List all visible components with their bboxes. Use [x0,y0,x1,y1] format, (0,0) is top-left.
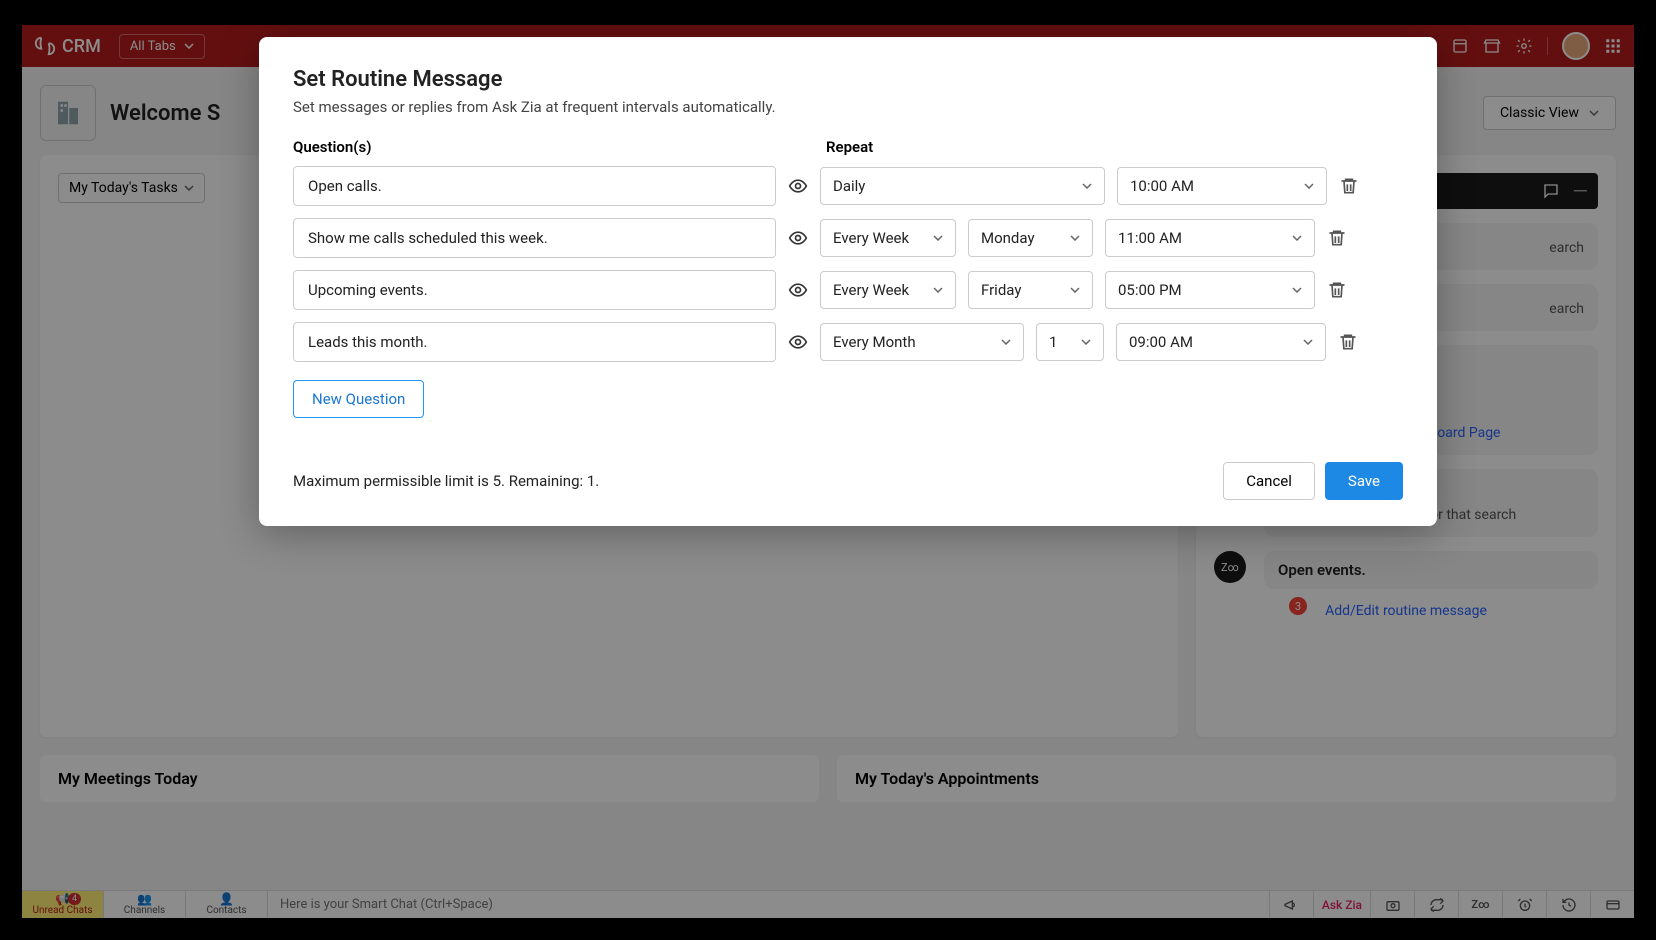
chevron-down-icon [1070,287,1080,293]
modal-title: Set Routine Message [293,67,1403,92]
delete-icon[interactable] [1327,280,1347,300]
time-select[interactable]: 09:00 AM [1116,323,1326,361]
routine-row-1: Every Week Monday 11:00 AM [293,218,1403,258]
time-select[interactable]: 05:00 PM [1105,271,1315,309]
time-select[interactable]: 10:00 AM [1117,167,1327,205]
routine-row-3: Every Month 1 09:00 AM [293,322,1403,362]
question-input[interactable] [293,322,776,362]
frequency-select[interactable]: Every Week [820,271,956,309]
frequency-select[interactable]: Every Week [820,219,956,257]
preview-icon[interactable] [788,332,808,352]
preview-icon[interactable] [788,228,808,248]
day-select[interactable]: Friday [968,271,1093,309]
time-select[interactable]: 11:00 AM [1105,219,1315,257]
chevron-down-icon [1304,183,1314,189]
chevron-down-icon [1001,339,1011,345]
repeat-header: Repeat [826,138,873,156]
question-input[interactable] [293,218,776,258]
limit-text: Maximum permissible limit is 5. Remainin… [293,472,599,490]
chevron-down-icon [1292,235,1302,241]
delete-icon[interactable] [1339,176,1359,196]
day-number-select[interactable]: 1 [1036,323,1104,361]
chevron-down-icon [1292,287,1302,293]
day-select[interactable]: Monday [968,219,1093,257]
delete-icon[interactable] [1338,332,1358,352]
routine-row-2: Every Week Friday 05:00 PM [293,270,1403,310]
routine-message-modal: Set Routine Message Set messages or repl… [259,37,1437,526]
chevron-down-icon [933,287,943,293]
questions-header: Question(s) [293,138,826,156]
preview-icon[interactable] [788,280,808,300]
save-button[interactable]: Save [1325,462,1403,500]
chevron-down-icon [1081,339,1091,345]
question-input[interactable] [293,166,776,206]
chevron-down-icon [933,235,943,241]
new-question-button[interactable]: New Question [293,380,424,418]
chevron-down-icon [1070,235,1080,241]
frequency-select[interactable]: Every Month [820,323,1024,361]
routine-row-0: Daily 10:00 AM [293,166,1403,206]
question-input[interactable] [293,270,776,310]
delete-icon[interactable] [1327,228,1347,248]
chevron-down-icon [1303,339,1313,345]
preview-icon[interactable] [788,176,808,196]
frequency-select[interactable]: Daily [820,167,1105,205]
chevron-down-icon [1082,183,1092,189]
modal-subtitle: Set messages or replies from Ask Zia at … [293,98,1403,116]
cancel-button[interactable]: Cancel [1223,462,1315,500]
